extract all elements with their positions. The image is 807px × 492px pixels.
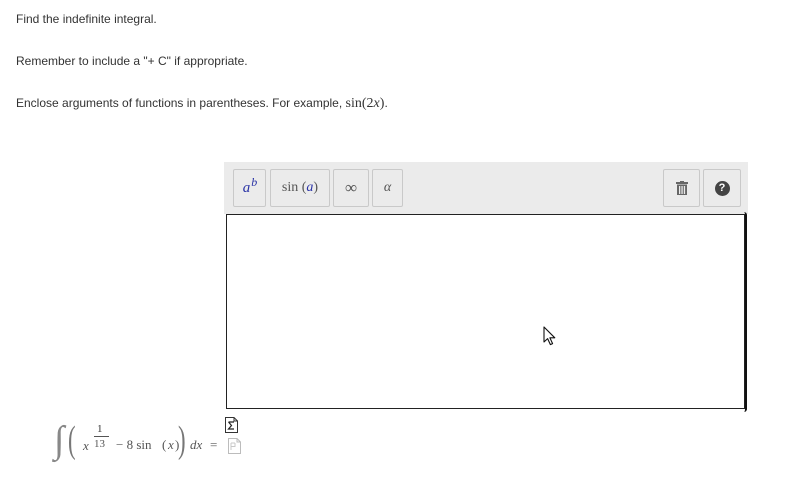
example-expression: sin(2x) — [346, 96, 385, 111]
function-button[interactable]: sin (a) — [270, 169, 330, 207]
power-base: a — [242, 179, 251, 196]
mouse-pointer-icon — [543, 326, 556, 346]
function-name: sin — [281, 180, 299, 195]
infinity-icon: ∞ — [344, 178, 358, 197]
open-paren: ( — [68, 419, 76, 461]
instruction-plus-c: Remember to include a "+ C" if appropria… — [16, 54, 248, 68]
example-fn: sin — [345, 96, 362, 111]
arg-open: ( — [162, 437, 167, 452]
equals-sign: = — [210, 437, 218, 452]
close-paren: ) — [178, 419, 186, 461]
instruction-enclose-arguments: Enclose arguments of functions in parent… — [16, 96, 388, 111]
exponent-numerator: 1 — [97, 423, 103, 435]
instruction-find-integral: Find the indefinite integral. — [16, 12, 157, 26]
function-close: ) — [313, 180, 319, 195]
integral-sign: ∫ — [54, 419, 65, 461]
power-exponent: b — [251, 174, 258, 189]
infinity-button[interactable]: ∞ — [333, 169, 369, 207]
instruction-enclose-text: Enclose arguments of functions in parent… — [16, 96, 343, 110]
editor-border-accent — [738, 212, 747, 412]
math-toolbar: ab sin (a) ∞ α ? — [224, 162, 748, 214]
clear-button[interactable] — [663, 169, 700, 207]
power-icon: ab — [242, 175, 258, 197]
base-variable: x — [83, 438, 89, 453]
answer-input[interactable] — [226, 214, 745, 409]
example-arg-open: (2 — [361, 96, 374, 111]
exponent-denominator: 13 — [94, 438, 105, 450]
help-button[interactable]: ? — [703, 169, 741, 207]
power-button[interactable]: ab — [233, 169, 266, 207]
minus-sin-term: − 8 sin — [116, 437, 152, 452]
sigma-template-icon[interactable] — [225, 417, 238, 433]
answer-placeholder-icon[interactable] — [228, 438, 241, 454]
arg-variable: x — [168, 437, 174, 452]
trash-icon — [675, 181, 688, 195]
help-icon: ? — [714, 180, 730, 196]
fraction-bar — [94, 436, 109, 437]
instruction-period: . — [384, 96, 388, 110]
function-icon: sin (a) — [282, 180, 318, 196]
greek-button[interactable]: α — [372, 169, 403, 207]
greek-alpha-icon: α — [383, 180, 392, 195]
differential: dx — [190, 437, 203, 452]
